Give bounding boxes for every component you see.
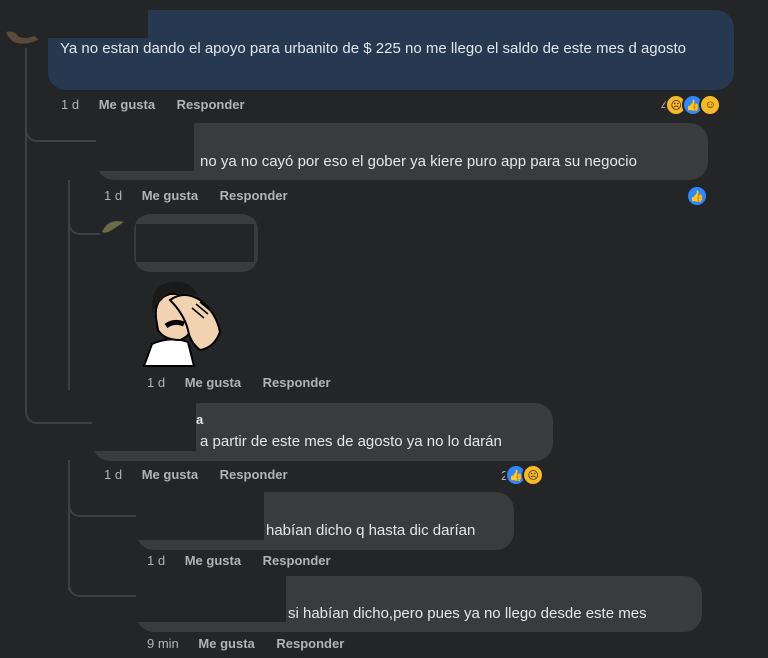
facepalm-sticker[interactable] — [140, 278, 226, 368]
like-button[interactable]: Me gusta — [185, 375, 241, 390]
comment-actions: 1 d Me gusta Responder — [61, 97, 263, 112]
redacted-author-name — [136, 224, 254, 262]
like-button[interactable]: Me gusta — [142, 467, 198, 482]
comment-time[interactable]: 1 d — [61, 97, 79, 112]
reply-button[interactable]: Responder — [220, 188, 288, 203]
redacted-author-name — [96, 123, 194, 171]
avatar[interactable] — [4, 26, 40, 48]
comment-actions: 1 d Me gusta Responder — [147, 375, 349, 390]
thread-curve-sub-3 — [68, 575, 140, 597]
comment-bubble — [134, 214, 258, 272]
comment-time[interactable]: 1 d — [147, 553, 165, 568]
sad-icon: ☹ — [522, 464, 545, 486]
comment-actions: 9 min Me gusta Responder — [147, 636, 362, 651]
facepalm-sticker-icon — [142, 281, 222, 367]
reaction-summary[interactable]: 4 ☹ 👍 ☺ — [661, 94, 722, 116]
comment-actions: 1 d Me gusta Responder — [104, 467, 306, 482]
comment-text: no ya no cayó por eso el gober ya kiere … — [200, 153, 637, 170]
reply-button[interactable]: Responder — [263, 553, 331, 568]
redacted-author-name — [92, 403, 196, 451]
thread-curve-sub-2 — [68, 495, 140, 517]
reaction-summary[interactable]: 2 👍 ☹ — [501, 464, 545, 486]
like-button[interactable]: Me gusta — [142, 188, 198, 203]
thread-line-root — [25, 140, 27, 410]
avatar[interactable] — [100, 216, 126, 242]
redacted-author-name — [136, 576, 286, 622]
reply-button[interactable]: Responder — [263, 375, 331, 390]
haha-icon: ☺ — [699, 94, 722, 116]
reply-button[interactable]: Responder — [177, 97, 245, 112]
comment-time[interactable]: 1 d — [104, 188, 122, 203]
reaction-summary[interactable]: 👍 — [686, 185, 708, 207]
thread-line-sub-1 — [68, 180, 70, 390]
reply-button[interactable]: Responder — [276, 636, 344, 651]
like-button[interactable]: Me gusta — [185, 553, 241, 568]
comment-text: Ya no estan dando el apoyo para urbanito… — [60, 40, 687, 57]
comment-time[interactable]: 1 d — [147, 375, 165, 390]
thread-line-sub-2 — [68, 460, 70, 590]
thread-curve-reply-2 — [25, 400, 97, 424]
comment-time[interactable]: 1 d — [104, 467, 122, 482]
redacted-author-name — [136, 492, 264, 540]
like-button[interactable]: Me gusta — [198, 636, 254, 651]
thread-curve-sub-1 — [68, 215, 100, 235]
like-button[interactable]: Me gusta — [99, 97, 155, 112]
like-icon: 👍 — [686, 185, 708, 207]
avatar-image-icon — [102, 221, 124, 233]
reply-button[interactable]: Responder — [220, 467, 288, 482]
redacted-author-name — [48, 10, 148, 38]
comment-text: habían dicho q hasta dic darían — [266, 522, 476, 539]
author-name-fragment[interactable]: a — [196, 409, 203, 431]
comment-text: si habían dicho,pero pues ya no llego de… — [288, 605, 647, 622]
thread-curve-reply-1 — [25, 120, 97, 142]
comment-time[interactable]: 9 min — [147, 636, 179, 651]
comment-text: a partir de este mes de agosto ya no lo … — [200, 433, 502, 450]
comment-actions: 1 d Me gusta Responder — [147, 553, 349, 568]
comment-actions: 1 d Me gusta Responder — [104, 188, 306, 203]
avatar-image-icon — [6, 31, 38, 44]
comment-bubble: Ya no estan dando el apoyo para urbanito… — [48, 10, 734, 90]
